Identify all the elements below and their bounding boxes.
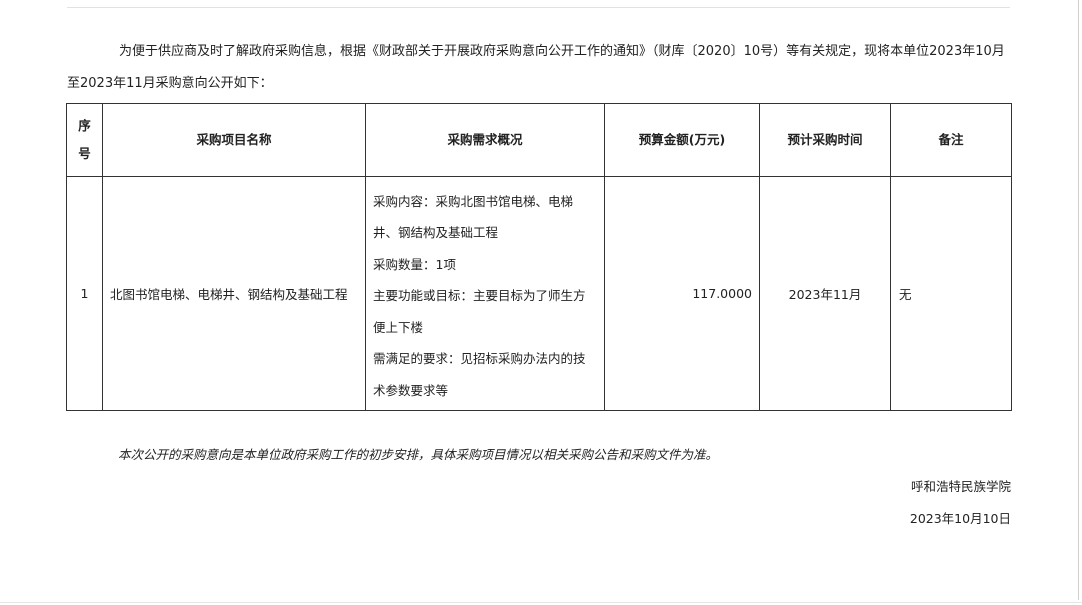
cell-demand-overview: 采购内容：采购北图书馆电梯、电梯井、钢结构及基础工程 采购数量：1项 主要功能或… <box>365 176 605 411</box>
cell-budget: 117.0000 <box>604 176 760 411</box>
header-budget: 预算金额(万元) <box>604 103 760 177</box>
header-seq: 序号 <box>66 103 103 177</box>
signature-date: 2023年10月10日 <box>909 511 1011 526</box>
cell-remark: 无 <box>890 176 1012 411</box>
cell-expected-time: 2023年11月 <box>759 176 891 411</box>
signature-organization: 呼和浩特民族学院 <box>910 479 1011 494</box>
page-frame-right-border <box>1078 0 1079 600</box>
intro-paragraph: 为便于供应商及时了解政府采购信息，根据《财政部关于开展政府采购意向公开工作的通知… <box>67 44 1005 91</box>
table-row: 1 北图书馆电梯、电梯井、钢结构及基础工程 采购内容：采购北图书馆电梯、电梯井、… <box>66 176 1012 411</box>
demand-content: 采购内容：采购北图书馆电梯、电梯井、钢结构及基础工程 <box>373 193 574 241</box>
header-expected-time: 预计采购时间 <box>759 103 891 177</box>
top-divider <box>67 7 1010 8</box>
footer-note: 本次公开的采购意向是本单位政府采购工作的初步安排，具体采购项目情况以相关采购公告… <box>118 447 719 462</box>
cell-seq: 1 <box>66 176 103 411</box>
demand-goal: 主要功能或目标：主要目标为了师生方便上下楼 <box>373 288 586 335</box>
cell-project-name: 北图书馆电梯、电梯井、钢结构及基础工程 <box>102 176 366 411</box>
header-project-name: 采购项目名称 <box>102 103 366 177</box>
header-remark: 备注 <box>890 103 1012 177</box>
header-demand-overview: 采购需求概况 <box>365 103 605 177</box>
table-header-row: 序号 采购项目名称 采购需求概况 预算金额(万元) 预计采购时间 备注 <box>66 103 1012 177</box>
demand-requirements: 需满足的要求：见招标采购办法内的技术参数要求等 <box>373 351 586 398</box>
demand-quantity: 采购数量：1项 <box>373 256 456 272</box>
page-frame-bottom-border <box>0 602 1082 603</box>
procurement-intention-table: 序号 采购项目名称 采购需求概况 预算金额(万元) 预计采购时间 备注 1 北图… <box>66 103 1012 411</box>
